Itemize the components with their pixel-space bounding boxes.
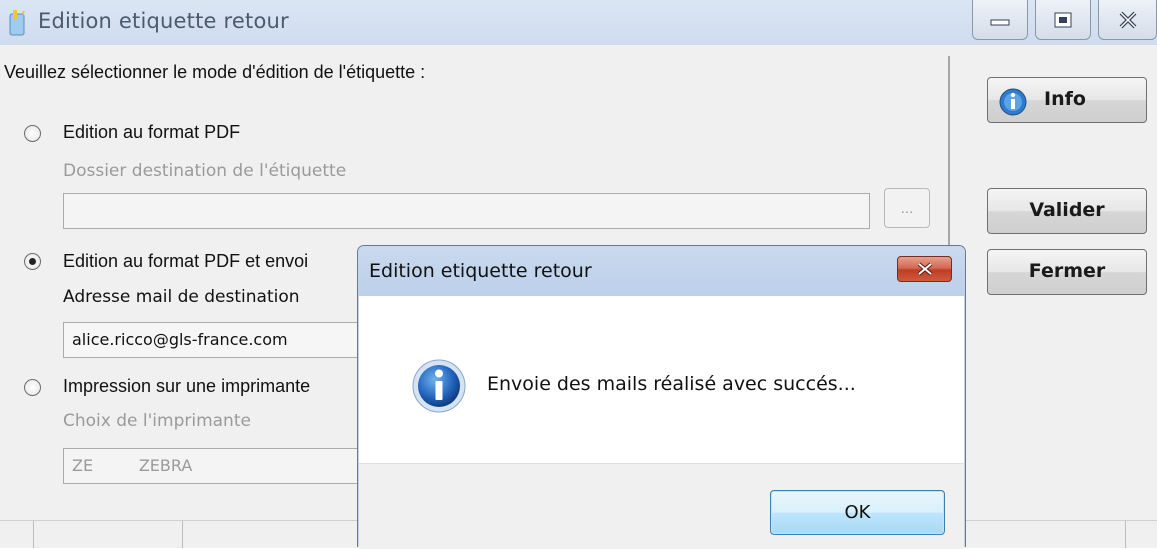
dialog-titlebar[interactable]: Edition etiquette retour	[358, 246, 965, 296]
radio-pdf[interactable]	[24, 125, 41, 142]
message-dialog: Edition etiquette retour Envoie des mail…	[357, 245, 966, 549]
information-icon	[412, 359, 466, 413]
maximize-icon	[1054, 12, 1072, 27]
minimize-icon	[990, 19, 1010, 25]
option-pdf-mail-label[interactable]: Edition au format PDF et envoi	[63, 251, 308, 272]
radio-pdf-mail[interactable]	[24, 253, 41, 270]
window-title: Edition etiquette retour	[38, 9, 289, 33]
status-divider	[33, 521, 34, 548]
browse-button[interactable]: ...	[884, 188, 930, 228]
printer-choice-label: Choix de l'imprimante	[63, 411, 251, 431]
close-icon	[917, 262, 932, 276]
info-button-label: Info	[1044, 88, 1086, 110]
dialog-close-button[interactable]	[897, 256, 952, 282]
fermer-button[interactable]: Fermer	[987, 249, 1147, 295]
status-divider	[1125, 521, 1126, 548]
close-icon	[1119, 11, 1136, 28]
email-field[interactable]: alice.ricco@gls-france.com	[63, 322, 363, 358]
minimize-button[interactable]	[972, 0, 1028, 40]
maximize-button[interactable]	[1035, 0, 1091, 40]
app-icon	[9, 10, 25, 36]
option-pdf-label[interactable]: Edition au format PDF	[63, 122, 240, 143]
fermer-button-label: Fermer	[1028, 260, 1106, 282]
printer-select[interactable]: ZE ZEBRA	[63, 448, 363, 484]
dialog-message: Envoie des mails réalisé avec succés...	[487, 373, 856, 395]
destination-folder-label: Dossier destination de l'étiquette	[63, 161, 347, 181]
window-titlebar[interactable]: Edition etiquette retour	[0, 0, 1157, 45]
valider-button[interactable]: Valider	[987, 188, 1147, 234]
info-button[interactable]: Info	[987, 77, 1147, 123]
status-divider	[182, 521, 183, 548]
ok-button[interactable]: OK	[770, 490, 945, 535]
instruction-text: Veuillez sélectionner le mode d'édition …	[4, 62, 426, 82]
dialog-title: Edition etiquette retour	[369, 260, 592, 282]
valider-button-label: Valider	[1029, 199, 1105, 221]
info-icon	[999, 88, 1027, 116]
window-close-button[interactable]	[1098, 0, 1157, 40]
radio-printer[interactable]	[24, 379, 41, 396]
destination-folder-field[interactable]	[63, 193, 870, 229]
option-printer-label[interactable]: Impression sur une imprimante	[63, 376, 310, 397]
email-address-label: Adresse mail de destination	[63, 287, 300, 307]
